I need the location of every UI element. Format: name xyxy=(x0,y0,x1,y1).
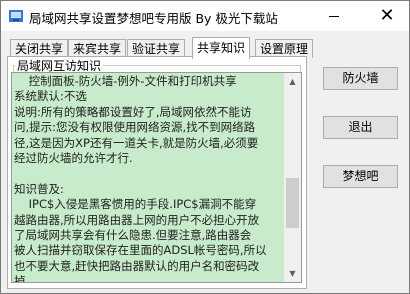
dreambar-button[interactable]: 梦想吧 xyxy=(323,165,398,188)
app-window: 局域网共享设置梦想吧专用版 By 极光下载站 ✕ 关闭共享 来宾共享 验证共享 … xyxy=(0,0,410,294)
network-app-icon xyxy=(9,10,23,22)
title-bar[interactable]: 局域网共享设置梦想吧专用版 By 极光下载站 ✕ xyxy=(1,1,409,31)
exit-button[interactable]: 退出 xyxy=(323,116,398,139)
close-button[interactable]: ✕ xyxy=(365,1,409,31)
tab-share-knowledge[interactable]: 共享知识 xyxy=(192,37,251,59)
firewall-button[interactable]: 防火墙 xyxy=(323,67,398,90)
scroll-down-icon[interactable]: ▼ xyxy=(284,265,301,282)
scroll-thumb[interactable] xyxy=(286,178,299,228)
knowledge-textarea[interactable]: 控制面板-防火墙-例外-文件和打印机共享 系统默认:不选 说明:所有的策略都设置… xyxy=(11,72,302,283)
minimize-button[interactable] xyxy=(319,1,349,31)
window-title: 局域网共享设置梦想吧专用版 By 极光下载站 xyxy=(29,11,278,26)
knowledge-text: 控制面板-防火墙-例外-文件和打印机共享 系统默认:不选 说明:所有的策略都设置… xyxy=(14,74,267,283)
scroll-up-icon[interactable]: ▲ xyxy=(284,73,301,90)
vertical-scrollbar[interactable]: ▲ ▼ xyxy=(284,73,301,282)
